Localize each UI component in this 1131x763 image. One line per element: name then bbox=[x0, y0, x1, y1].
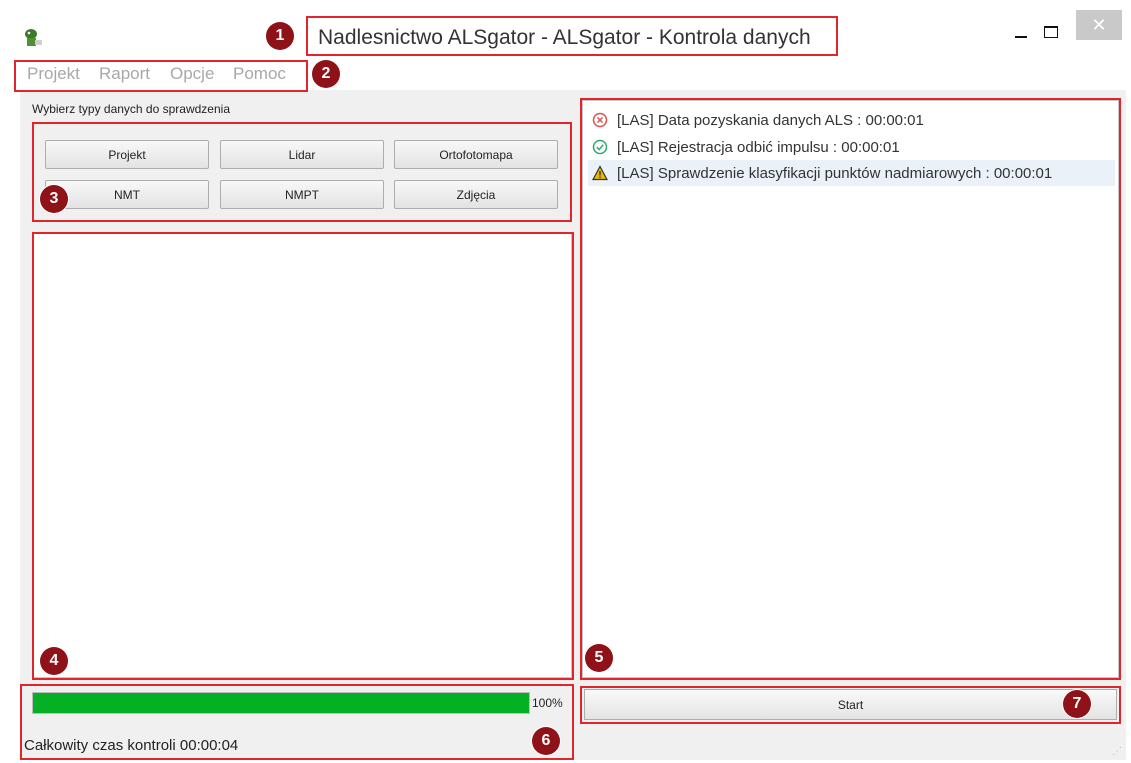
minimize-button[interactable] bbox=[1006, 12, 1036, 40]
callout-box-6 bbox=[20, 684, 574, 760]
callout-box-4 bbox=[32, 232, 574, 680]
callout-box-2 bbox=[14, 60, 308, 92]
callout-badge-4: 4 bbox=[40, 647, 68, 675]
callout-badge-3: 3 bbox=[40, 185, 68, 213]
callout-badge-7: 7 bbox=[1063, 690, 1091, 718]
callout-box-7 bbox=[580, 686, 1121, 724]
callout-badge-1: 1 bbox=[266, 22, 294, 50]
close-button[interactable]: ✕ bbox=[1076, 10, 1122, 40]
callout-badge-5: 5 bbox=[585, 644, 613, 672]
alligator-app-icon bbox=[25, 29, 42, 46]
maximize-button[interactable] bbox=[1036, 12, 1066, 40]
callout-box-3 bbox=[32, 122, 572, 222]
callout-box-1 bbox=[306, 16, 838, 56]
callout-box-5 bbox=[580, 98, 1121, 680]
callout-badge-6: 6 bbox=[532, 727, 560, 755]
callout-badge-2: 2 bbox=[312, 60, 340, 88]
data-types-label: Wybierz typy danych do sprawdzenia bbox=[32, 102, 230, 116]
resize-grip-icon[interactable]: ⋰ bbox=[1112, 746, 1124, 758]
